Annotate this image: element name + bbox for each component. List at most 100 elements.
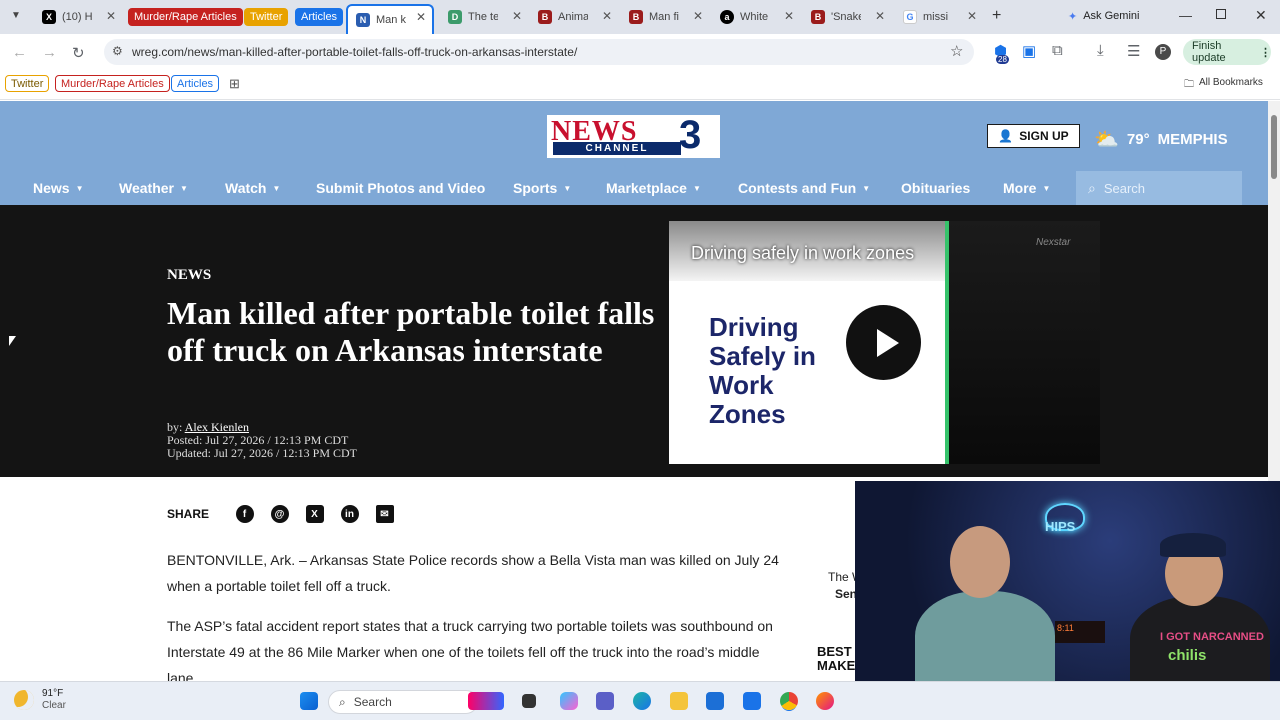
red-book-icon: B bbox=[538, 10, 552, 24]
updated-date: Updated: Jul 27, 2026 / 12:13 PM CDT bbox=[167, 446, 358, 460]
facebook-share-button[interactable]: f bbox=[227, 505, 262, 523]
copilot-icon[interactable] bbox=[560, 692, 578, 710]
author-link[interactable]: Alex Kienlen bbox=[185, 420, 249, 434]
nav-sports[interactable]: Sports ▼ bbox=[513, 180, 571, 196]
news-channel-3-logo[interactable]: NEWS CHANNEL 3 bbox=[547, 113, 720, 158]
windows-start-icon[interactable] bbox=[300, 692, 318, 710]
nav-submit-photos[interactable]: Submit Photos and Video bbox=[316, 180, 485, 196]
nav-watch[interactable]: Watch ▼ bbox=[225, 180, 280, 196]
download-icon[interactable]: ⤓ bbox=[1097, 42, 1104, 59]
firefox-icon[interactable] bbox=[816, 692, 834, 710]
search-highlight-icon[interactable] bbox=[468, 692, 504, 710]
article-headline: Man killed after portable toilet falls o… bbox=[167, 295, 655, 368]
site-search-input[interactable]: ⌕ Search bbox=[1076, 171, 1242, 205]
task-view-icon[interactable] bbox=[522, 694, 536, 708]
apps-grid-icon[interactable]: ⊞ bbox=[229, 76, 240, 92]
close-window-button[interactable]: ✕ bbox=[1255, 7, 1267, 24]
sidebar-teaser-bold[interactable]: Sen bbox=[835, 587, 857, 601]
nav-marketplace[interactable]: Marketplace ▼ bbox=[606, 180, 701, 196]
section-label[interactable]: NEWS bbox=[167, 267, 211, 284]
header-weather[interactable]: ⛅ 79° MEMPHIS bbox=[1094, 127, 1228, 152]
bookmark-twitter[interactable]: Twitter bbox=[5, 75, 50, 92]
new-tab-button[interactable]: + bbox=[992, 7, 1001, 25]
taskbar-weather[interactable]: 91°F Clear bbox=[14, 688, 66, 712]
puzzle-icon[interactable]: ⧉ bbox=[1052, 42, 1063, 59]
taskbar-search[interactable]: ⌕ Search bbox=[328, 690, 478, 714]
teams-icon[interactable] bbox=[596, 692, 614, 710]
webcam-overlay: HIPS 8:11 I GOT NARCANNED chilis bbox=[855, 481, 1280, 681]
sign-up-button[interactable]: 👤 SIGN UP bbox=[987, 124, 1080, 148]
facebook-icon: f bbox=[235, 505, 254, 523]
back-icon[interactable]: ← bbox=[12, 44, 27, 61]
sidebar-heading: BEST MAKE bbox=[817, 644, 856, 673]
tab-close-icon[interactable]: ✕ bbox=[967, 9, 977, 23]
tab-close-icon[interactable]: ✕ bbox=[512, 9, 522, 23]
tab-man-fil[interactable]: B Man fil ✕ bbox=[621, 5, 709, 29]
extension-badge: 28 bbox=[996, 55, 1009, 64]
restore-button[interactable] bbox=[1216, 9, 1226, 19]
shirt-text: I GOT NARCANNED bbox=[1160, 631, 1264, 643]
tab-snake[interactable]: B 'Snake ✕ bbox=[803, 5, 891, 29]
tab-close-icon[interactable]: ✕ bbox=[416, 10, 426, 24]
nav-news[interactable]: News ▼ bbox=[33, 180, 84, 196]
share-label: SHARE bbox=[167, 507, 210, 521]
store-icon[interactable] bbox=[706, 692, 724, 710]
red-book-icon: B bbox=[811, 10, 825, 24]
forward-icon[interactable]: → bbox=[42, 44, 57, 61]
address-bar[interactable]: ⚙ wreg.com/news/man-killed-after-portabl… bbox=[104, 39, 974, 65]
tab-active-article[interactable]: N Man ki ✕ bbox=[346, 4, 434, 34]
tab-animal[interactable]: B Animal ✕ bbox=[530, 5, 618, 29]
byline: by: Alex Kienlen Posted: Jul 27, 2026 / … bbox=[167, 420, 358, 460]
minimize-button[interactable]: — bbox=[1179, 8, 1192, 23]
tab-close-icon[interactable]: ✕ bbox=[602, 9, 612, 23]
caret-down-icon: ▼ bbox=[272, 184, 281, 193]
streamer-left-body bbox=[915, 591, 1055, 681]
tab-google[interactable]: G missi ✕ bbox=[895, 5, 983, 29]
video-card-text: Driving Safely in Work Zones bbox=[709, 313, 816, 429]
reload-icon[interactable]: ↻ bbox=[72, 44, 85, 62]
tab-close-icon[interactable]: ✕ bbox=[693, 9, 703, 23]
file-explorer-icon[interactable] bbox=[670, 692, 688, 710]
bookmark-star-icon[interactable]: ☆ bbox=[950, 42, 963, 60]
desk-clock-display: 8:11 bbox=[1055, 621, 1105, 643]
scrollbar-thumb[interactable] bbox=[1271, 115, 1277, 179]
bitwarden-icon[interactable]: ▣ bbox=[1022, 42, 1036, 60]
linkedin-share-button[interactable]: in bbox=[332, 505, 367, 523]
tab-close-icon[interactable]: ✕ bbox=[106, 9, 116, 23]
x-share-button[interactable]: X bbox=[297, 505, 332, 523]
tab-group-articles[interactable]: Articles bbox=[295, 8, 344, 26]
neon-sign-text: HIPS bbox=[1045, 519, 1076, 534]
tab-close-icon[interactable]: ✕ bbox=[875, 9, 885, 23]
site-info-icon[interactable]: ⚙ bbox=[112, 44, 123, 58]
all-bookmarks-button[interactable]: 🗀 All Bookmarks bbox=[1184, 77, 1263, 94]
play-button[interactable] bbox=[846, 305, 921, 380]
profile-avatar[interactable]: P bbox=[1155, 44, 1171, 60]
video-player[interactable]: Driving safely in work zones Driving Saf… bbox=[669, 221, 1100, 464]
share-row: SHARE f @ X in ✉ bbox=[167, 500, 402, 528]
tab-doc[interactable]: D The ter ✕ bbox=[440, 5, 528, 29]
bookmark-articles[interactable]: Articles bbox=[171, 75, 220, 92]
chrome-icon[interactable] bbox=[780, 692, 798, 710]
finish-update-button[interactable]: Finish update ⋮ bbox=[1183, 39, 1271, 65]
mail-icon[interactable] bbox=[743, 692, 761, 710]
tab-group-murder[interactable]: Murder/Rape Articles bbox=[128, 8, 243, 26]
video-divider bbox=[945, 221, 949, 464]
tab-search-icon[interactable]: ☰ bbox=[1127, 42, 1140, 60]
bookmark-murder[interactable]: Murder/Rape Articles bbox=[55, 75, 170, 92]
linkedin-icon: in bbox=[340, 505, 359, 523]
tab-white[interactable]: a White ✕ bbox=[712, 5, 800, 29]
tab-list-dropdown-icon[interactable]: ▼ bbox=[11, 10, 21, 21]
tab-group-twitter[interactable]: Twitter bbox=[244, 8, 289, 26]
edge-icon[interactable] bbox=[633, 692, 651, 710]
tab-close-icon[interactable]: ✕ bbox=[784, 9, 794, 23]
threads-share-button[interactable]: @ bbox=[262, 505, 297, 523]
ask-gemini-button[interactable]: ✦ Ask Gemini bbox=[1068, 10, 1139, 23]
tab-x[interactable]: X (10) Hi ✕ bbox=[34, 5, 122, 29]
shirt-logo: chilis bbox=[1168, 647, 1207, 664]
nav-contests[interactable]: Contests and Fun ▼ bbox=[738, 180, 870, 196]
nav-more[interactable]: More ▼ bbox=[1003, 180, 1050, 196]
nav-obituaries[interactable]: Obituaries bbox=[901, 180, 970, 196]
email-share-button[interactable]: ✉ bbox=[367, 505, 402, 523]
nav-weather[interactable]: Weather ▼ bbox=[119, 180, 188, 196]
user-icon: 👤 bbox=[998, 129, 1014, 143]
